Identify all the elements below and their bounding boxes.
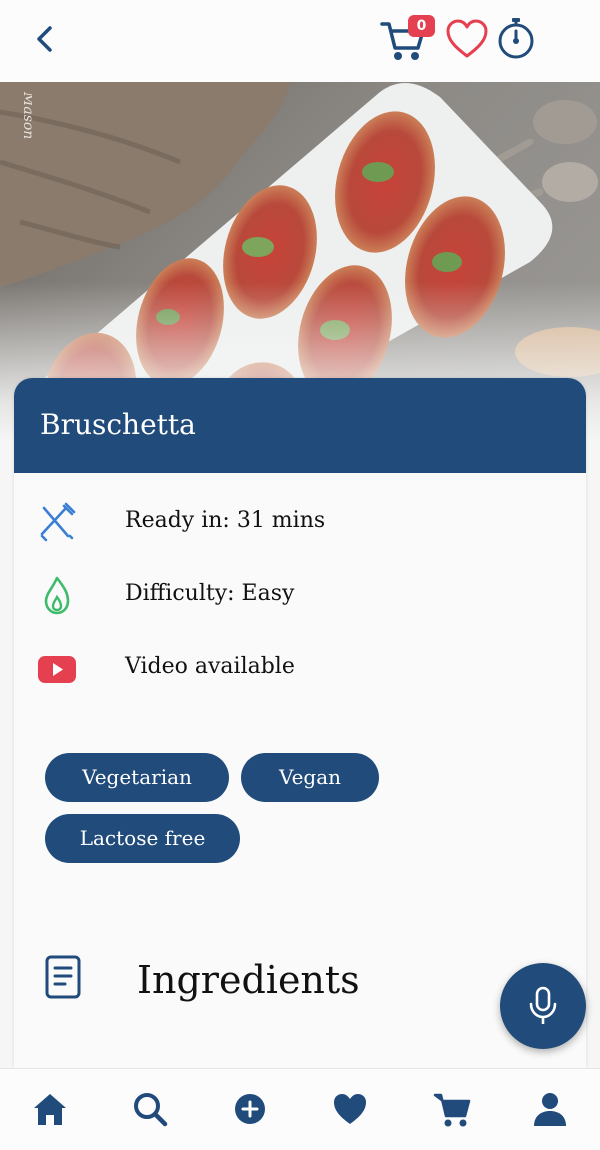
add-icon[interactable] bbox=[230, 1089, 270, 1129]
search-icon[interactable] bbox=[130, 1089, 170, 1129]
favorite-heart-icon[interactable] bbox=[445, 18, 489, 60]
hero-watermark: Mason bbox=[20, 91, 32, 139]
ready-time-row: Ready in: 31 mins bbox=[14, 498, 586, 548]
tag-lactose-free[interactable]: Lactose free bbox=[45, 814, 240, 863]
profile-icon[interactable] bbox=[530, 1089, 570, 1129]
top-bar: 0 bbox=[0, 0, 600, 82]
video-available-text: Video available bbox=[125, 654, 295, 679]
flame-icon bbox=[44, 576, 70, 615]
svg-text:Mason: Mason bbox=[20, 91, 32, 139]
bottom-navigation bbox=[0, 1068, 600, 1150]
ingredients-heading: Ingredients bbox=[137, 958, 360, 1002]
tag-vegetarian[interactable]: Vegetarian bbox=[45, 753, 229, 802]
cart-count-badge: 0 bbox=[408, 15, 435, 37]
tag-vegan[interactable]: Vegan bbox=[241, 753, 379, 802]
favorites-icon[interactable] bbox=[330, 1089, 370, 1129]
ingredients-list-icon bbox=[45, 955, 81, 999]
timer-icon[interactable] bbox=[495, 16, 537, 60]
difficulty-row: Difficulty: Easy bbox=[14, 571, 586, 621]
recipe-card: Bruschetta Ready in: 31 mins Difficulty:… bbox=[14, 378, 586, 1068]
home-icon[interactable] bbox=[30, 1089, 70, 1129]
difficulty-text: Difficulty: Easy bbox=[125, 581, 295, 606]
cart-nav-icon[interactable] bbox=[432, 1089, 472, 1129]
voice-assistant-button[interactable] bbox=[500, 963, 586, 1049]
youtube-icon bbox=[38, 656, 76, 683]
back-arrow-icon[interactable] bbox=[30, 22, 60, 56]
recipe-title: Bruschetta bbox=[40, 408, 196, 441]
video-row[interactable]: Video available bbox=[14, 644, 586, 694]
utensils-icon bbox=[40, 502, 76, 542]
microphone-icon bbox=[529, 986, 557, 1024]
recipe-header: Bruschetta bbox=[14, 378, 586, 473]
ready-time-text: Ready in: 31 mins bbox=[125, 508, 326, 533]
